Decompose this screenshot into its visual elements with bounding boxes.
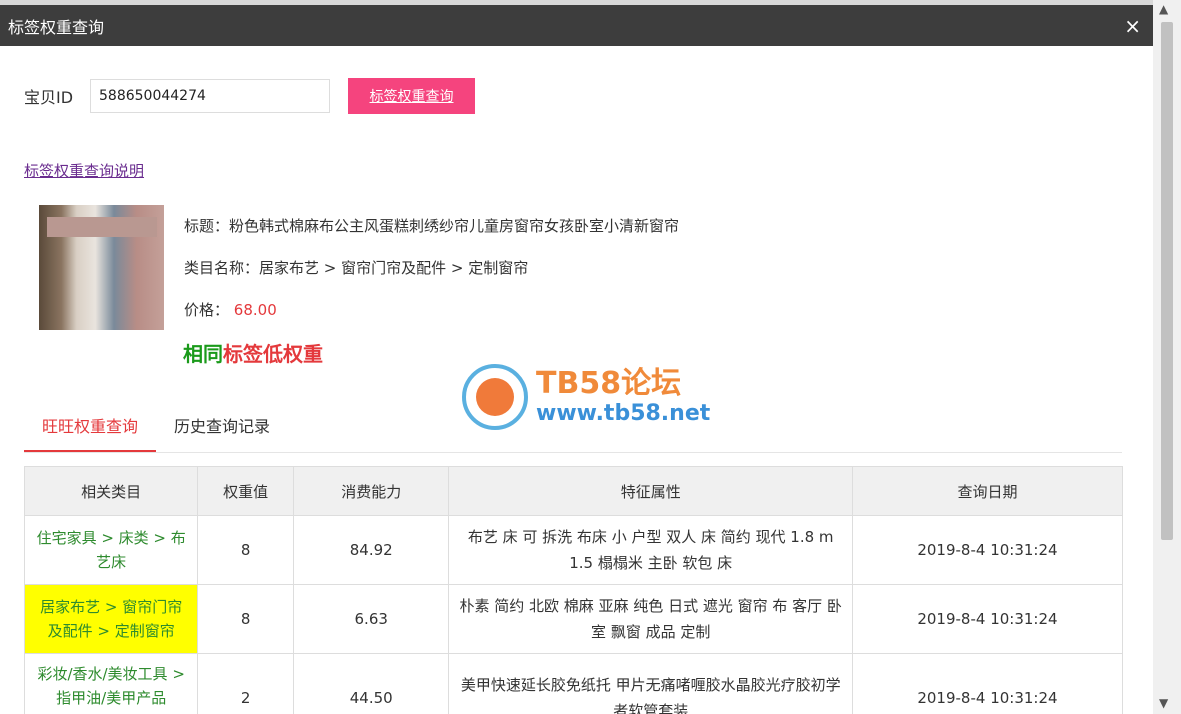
table-row: 彩妆/香水/美妆工具 > 指甲油/美甲产品（新） > 指甲 2 44.50 美甲… — [23, 653, 1124, 714]
row-features: 朴素 简约 北欧 棉麻 亚麻 纯色 日式 遮光 窗帘 布 客厅 卧室 飘窗 成品… — [448, 584, 853, 654]
help-link[interactable]: 标签权重查询说明 — [24, 160, 144, 181]
table-row: 住宅家具 > 床类 > 布艺床 8 84.92 布艺 床 可 拆洗 布床 小 户… — [23, 515, 1124, 585]
query-tabs: 旺旺权重查询 历史查询记录 — [24, 406, 1122, 453]
verdict-low-weight: 标签低权重 — [223, 342, 323, 366]
verdict-same: 相同 — [183, 342, 223, 366]
close-icon[interactable]: × — [1124, 14, 1141, 38]
row-weight: 8 — [197, 584, 294, 654]
row-category: 住宅家具 > 床类 > 布艺床 — [23, 515, 199, 585]
row-weight: 2 — [197, 653, 294, 714]
dialog-titlebar: 标签权重查询 × — [0, 5, 1153, 46]
product-category: 类目名称：居家布艺 > 窗帘门帘及配件 > 定制窗帘 — [184, 259, 529, 277]
product-image — [39, 205, 164, 330]
item-id-input[interactable] — [90, 79, 330, 113]
price-label: 价格： — [184, 301, 230, 319]
item-id-label: 宝贝ID — [24, 88, 74, 107]
row-date: 2019-8-4 10:31:24 — [851, 653, 1124, 714]
row-weight: 8 — [197, 515, 294, 585]
tab-wangwang-weight[interactable]: 旺旺权重查询 — [24, 406, 157, 452]
scroll-up-icon[interactable]: ▲ — [1159, 2, 1168, 16]
product-title: 标题：粉色韩式棉麻布公主风蛋糕刺绣纱帘儿童房窗帘女孩卧室小清新窗帘 — [184, 217, 680, 235]
product-card: 标题：粉色韩式棉麻布公主风蛋糕刺绣纱帘儿童房窗帘女孩卧室小清新窗帘 类目名称：居… — [39, 205, 679, 331]
table-header-row: 相关类目 权重值 消费能力 特征属性 查询日期 — [23, 466, 1124, 516]
scrollbar-thumb[interactable] — [1161, 22, 1173, 540]
row-consumption: 6.63 — [292, 584, 450, 654]
row-features: 美甲快速延长胶免纸托 甲片无痛啫喱胶水晶胶光疗胶初学者软管套装 — [448, 653, 853, 714]
row-category: 居家布艺 > 窗帘门帘及配件 > 定制窗帘 — [23, 584, 199, 654]
search-row: 宝贝ID 标签权重查询 — [24, 78, 475, 114]
row-date: 2019-8-4 10:31:24 — [851, 515, 1124, 585]
header-category: 相关类目 — [23, 466, 199, 516]
price-value: 68.00 — [233, 301, 277, 319]
header-weight: 权重值 — [197, 466, 294, 516]
results-table: 相关类目 权重值 消费能力 特征属性 查询日期 住宅家具 > 床类 > 布艺床 … — [23, 466, 1124, 714]
row-features: 布艺 床 可 拆洗 布床 小 户型 双人 床 简约 现代 1.8 m 1.5 榻… — [448, 515, 853, 585]
row-consumption: 44.50 — [292, 653, 450, 714]
row-consumption: 84.92 — [292, 515, 450, 585]
table-row: 居家布艺 > 窗帘门帘及配件 > 定制窗帘 8 6.63 朴素 简约 北欧 棉麻… — [23, 584, 1124, 654]
header-features: 特征属性 — [448, 466, 853, 516]
vertical-scrollbar[interactable]: ▲ ▼ — [1153, 0, 1181, 714]
tab-history[interactable]: 历史查询记录 — [156, 406, 288, 452]
watermark-name: TB58论坛 — [536, 366, 682, 401]
weight-query-dialog: 标签权重查询 × 宝贝ID 标签权重查询 标签权重查询说明 标题：粉色韩式棉麻布… — [0, 5, 1153, 714]
query-button[interactable]: 标签权重查询 — [348, 78, 475, 114]
row-category: 彩妆/香水/美妆工具 > 指甲油/美甲产品（新） > 指甲 — [23, 653, 199, 714]
row-date: 2019-8-4 10:31:24 — [851, 584, 1124, 654]
header-date: 查询日期 — [851, 466, 1124, 516]
dialog-title: 标签权重查询 — [8, 17, 105, 37]
header-consumption: 消费能力 — [292, 466, 450, 516]
weight-verdict: 相同标签低权重 — [183, 338, 323, 367]
product-price-row: 价格： 68.00 — [184, 289, 679, 331]
scroll-down-icon[interactable]: ▼ — [1159, 696, 1168, 710]
